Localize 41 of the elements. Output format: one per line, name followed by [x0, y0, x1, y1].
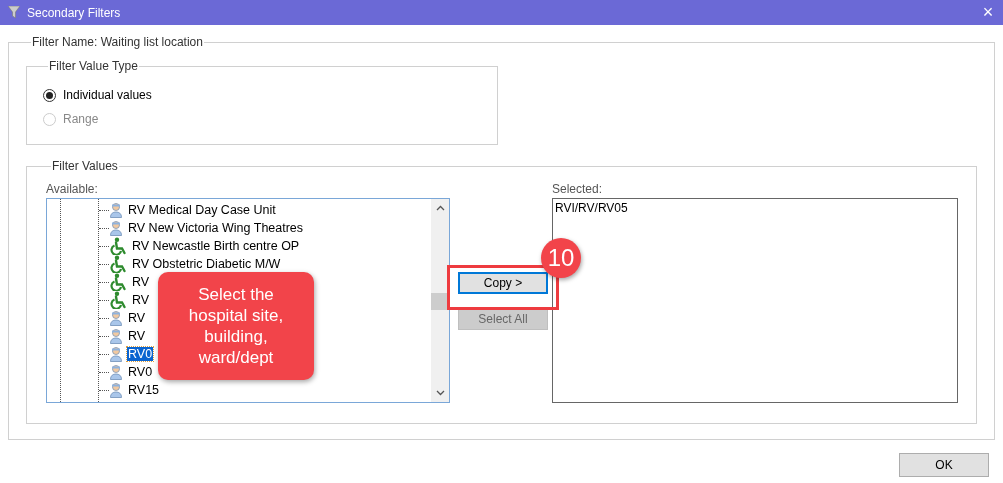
- person-icon: [109, 328, 123, 344]
- step-badge: 10: [541, 238, 581, 278]
- tree-item[interactable]: RV: [127, 329, 147, 343]
- radio-button[interactable]: [43, 88, 56, 102]
- person-icon: [109, 346, 123, 362]
- wheelchair-icon: [109, 291, 127, 309]
- tree-item[interactable]: RV: [127, 311, 147, 325]
- group-title: Filter Values: [51, 159, 119, 173]
- wheelchair-icon: [109, 255, 127, 273]
- copy-button[interactable]: Copy >: [458, 272, 548, 294]
- tree-item[interactable]: RV Obstetric Diabetic M/W: [131, 257, 282, 271]
- group-title: Filter Value Type: [48, 59, 139, 73]
- person-icon: [109, 310, 123, 326]
- radio-label: Individual values: [63, 88, 152, 102]
- ok-button[interactable]: OK: [899, 453, 989, 477]
- tree-item[interactable]: RV15: [127, 383, 161, 397]
- window-title: Secondary Filters: [27, 5, 122, 20]
- chevron-down-icon[interactable]: [435, 390, 445, 396]
- person-icon: [109, 382, 123, 398]
- list-label: Selected:: [552, 182, 604, 198]
- wheelchair-icon: [109, 273, 127, 291]
- close-button[interactable]: ×: [973, 0, 1003, 25]
- chevron-up-icon[interactable]: [435, 205, 445, 211]
- tree-item[interactable]: RV: [131, 275, 151, 289]
- tree-item[interactable]: RV: [131, 293, 151, 307]
- wheelchair-icon: [109, 237, 127, 255]
- radio-label: Range: [63, 112, 99, 126]
- tree-item[interactable]: RV New Victoria Wing Theatres: [127, 221, 305, 235]
- scrollbar[interactable]: [431, 199, 449, 402]
- person-icon: [109, 202, 123, 218]
- tree-item[interactable]: RV Newcastle Birth centre OP: [131, 239, 301, 253]
- list-label: Available:: [46, 182, 99, 198]
- person-icon: [109, 220, 123, 236]
- tree-item[interactable]: RV Medical Day Case Unit: [127, 203, 277, 217]
- callout-note: Select the hospital site, building, ward/dept: [158, 272, 314, 380]
- tree-item[interactable]: RV0: [127, 365, 154, 379]
- list-item[interactable]: RVI/RV/RV05: [555, 201, 955, 215]
- group-title: Filter Name: Waiting list location: [31, 35, 204, 49]
- tree-item[interactable]: RV0: [127, 347, 154, 361]
- funnel-icon: [8, 6, 20, 19]
- person-icon: [109, 364, 123, 380]
